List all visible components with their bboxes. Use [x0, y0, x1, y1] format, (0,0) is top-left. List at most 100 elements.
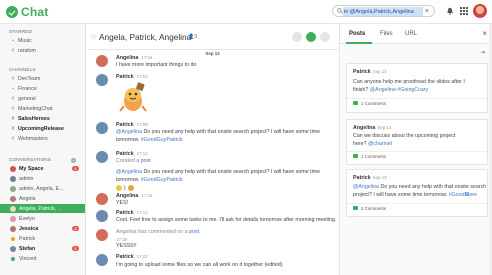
hash-icon: #: [11, 115, 15, 122]
member-count[interactable]: 👤3: [188, 34, 197, 40]
tab-url[interactable]: URL: [405, 31, 417, 37]
video-button[interactable]: [306, 32, 316, 42]
post-card[interactable]: Patrick Sep 13 Can anyone help me proofre…: [346, 63, 488, 113]
sidebar-item-marketingchat[interactable]: # MarketingChat: [0, 104, 85, 113]
sidebar-item-label: MarketingChat: [18, 105, 53, 112]
sidebar-item-label: random: [18, 47, 36, 54]
top-bar: Chat ×: [0, 0, 492, 24]
sidebar-item-vincent[interactable]: Vincent: [0, 254, 85, 263]
clear-search-icon[interactable]: ×: [425, 7, 429, 16]
sidebar-item-evelyn[interactable]: Evelyn: [0, 214, 85, 223]
mention-link[interactable]: @Angelina: [116, 169, 142, 175]
channel-mention-link[interactable]: @channel: [368, 141, 392, 147]
sidebar-item-label: Music: [18, 37, 32, 44]
avatar[interactable]: [96, 254, 108, 266]
sidebar-item-jessica[interactable]: Jessica 2: [0, 224, 85, 233]
author-name: Patrick: [116, 151, 134, 157]
sidebar-item-label: Angela: [19, 195, 36, 202]
sidebar-item-angela[interactable]: Angela: [0, 194, 85, 203]
hashtag-link[interactable]: #GoodGuyPatrick: [141, 177, 183, 183]
panel-tabs: Posts Files URL ×: [340, 24, 492, 44]
search-box[interactable]: ×: [332, 5, 435, 17]
add-reaction-icon[interactable]: [127, 185, 134, 191]
sidebar-item-general[interactable]: # general: [0, 94, 85, 103]
sidebar-item-upcomingrelease[interactable]: # UpcomingRelease: [0, 124, 85, 133]
add-conversation-button[interactable]: +: [71, 158, 76, 163]
message-time: 17:04: [141, 55, 153, 60]
sidebar-item-webmasters[interactable]: # Webmasters: [0, 134, 85, 143]
message-time: 17:08: [136, 122, 148, 127]
author-name: Angelina: [353, 125, 376, 131]
sidebar-item-my-space[interactable]: My Space 1: [0, 164, 85, 173]
comment-count: 2 Comments: [361, 206, 386, 211]
sidebar-item-angela-patrick[interactable]: Angela, Patrick, ...: [0, 204, 85, 213]
lock-icon: ▪: [12, 85, 14, 92]
sidebar-item-label: Stefan: [19, 245, 36, 252]
sidebar-item-label: Jessica: [19, 225, 39, 232]
sidebar-item-music[interactable]: ▪ Music: [0, 36, 85, 45]
message-text: tomorrow. #GoodGuyPatrick: [116, 176, 183, 184]
reaction-bar[interactable]: 1: [116, 185, 134, 191]
app-logo[interactable]: Chat: [6, 5, 48, 19]
avatar[interactable]: [96, 151, 108, 163]
conversations-section-label: CONVERSATIONS: [9, 157, 52, 162]
user-avatar[interactable]: [473, 4, 487, 18]
mention-link[interactable]: @Angelina: [370, 87, 396, 93]
more-link[interactable]: More: [465, 191, 477, 199]
search-input[interactable]: [343, 7, 423, 16]
sidebar-item-label: UpcomingRelease: [18, 125, 64, 132]
hash-icon: #: [11, 75, 15, 82]
tab-files[interactable]: Files: [380, 31, 393, 37]
sidebar-item-admin-angela[interactable]: admin, Angela, E...: [0, 184, 85, 193]
post-link[interactable]: post: [141, 158, 151, 164]
post-footer[interactable]: 1 Comments: [347, 151, 487, 161]
sidebar-item-label: DevTeam: [18, 75, 41, 82]
sidebar-item-random[interactable]: # random: [0, 46, 85, 55]
close-panel-icon[interactable]: ×: [482, 29, 487, 38]
post-link[interactable]: post: [189, 229, 199, 235]
star-icon[interactable]: ☆: [90, 32, 97, 41]
text-span: has commented on a: [138, 229, 190, 235]
sticker-image: [119, 82, 147, 112]
post-card[interactable]: Patrick Sep 13 @Angelina Do you need any …: [346, 169, 488, 217]
sidebar-item-salesheroes[interactable]: # SalesHeroes: [0, 114, 85, 123]
post-footer[interactable]: 2 Comments: [347, 203, 487, 213]
tab-posts[interactable]: Posts: [349, 31, 365, 37]
more-options-button[interactable]: [320, 32, 330, 42]
avatar[interactable]: [96, 74, 108, 86]
starred-section-label: STARRED: [9, 29, 33, 34]
message-text: I'm going to upload some files so we can…: [116, 262, 283, 268]
mention-link[interactable]: @Angelina: [353, 184, 379, 190]
avatar[interactable]: [96, 122, 108, 134]
bell-icon[interactable]: [446, 7, 454, 15]
collapse-panel-icon[interactable]: ⇥: [480, 49, 485, 56]
post-author: Patrick Sep 13: [353, 175, 387, 181]
sidebar: STARRED ▪ Music # random CHANNELS # DevTeam…: [0, 24, 86, 275]
avatar[interactable]: [96, 193, 108, 205]
avatar[interactable]: [96, 229, 108, 241]
conversation-title: Angela, Patrick, Angelina: [99, 32, 192, 42]
emoji-reaction-icon[interactable]: [116, 185, 122, 191]
sidebar-item-label: admin: [19, 175, 34, 182]
sidebar-item-finance[interactable]: ▪ Finance: [0, 84, 85, 93]
hashtag-link[interactable]: #GoodGuyPatrick: [141, 137, 183, 143]
hash-icon: #: [11, 95, 15, 102]
sidebar-item-label: My Space: [19, 165, 44, 172]
post-footer[interactable]: 1 Comments: [347, 98, 487, 108]
grid-menu-icon[interactable]: [460, 7, 468, 15]
post-author: Patrick Sep 13: [353, 69, 387, 75]
message-time: 17:12: [136, 151, 148, 156]
sidebar-item-stefan[interactable]: Stefan 1: [0, 244, 85, 253]
call-button[interactable]: [292, 32, 302, 42]
sidebar-item-admin[interactable]: admin: [0, 174, 85, 183]
hash-icon: #: [11, 125, 15, 132]
post-card[interactable]: Angelina Sep 13 Can we discuss about the …: [346, 119, 488, 165]
sidebar-item-patrick[interactable]: Patrick: [0, 234, 85, 243]
hashtag-link[interactable]: #GoingCrazy: [396, 87, 428, 93]
message-author: Patrick 17:22: [116, 254, 148, 260]
mention-link[interactable]: @Angelina: [116, 129, 142, 135]
avatar[interactable]: [96, 55, 108, 67]
avatar[interactable]: [96, 210, 108, 222]
sidebar-item-devteam[interactable]: # DevTeam: [0, 74, 85, 83]
activity-note: has commented on a post: [138, 229, 199, 235]
